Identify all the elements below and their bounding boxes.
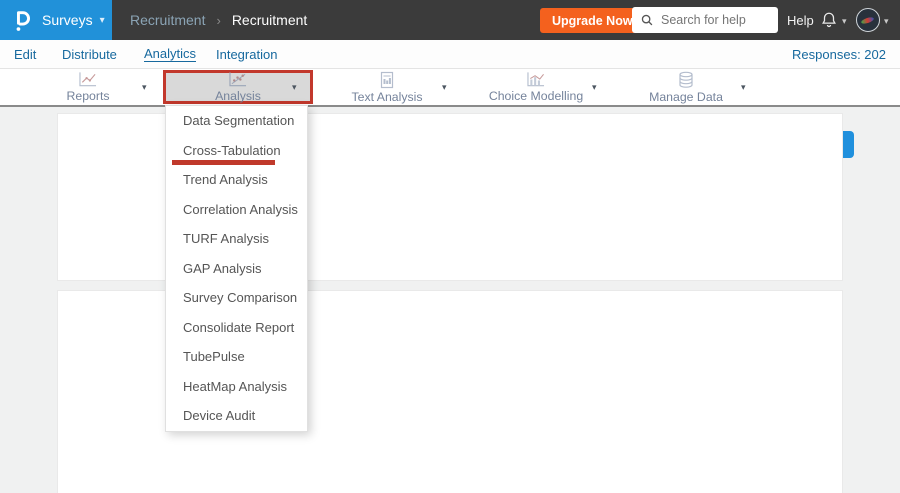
manage-data-chevron-down-icon[interactable]: ▾ [741, 82, 746, 93]
search-input[interactable] [659, 12, 775, 28]
choice-modelling-chevron-down-icon[interactable]: ▾ [592, 82, 597, 93]
help-search-box [632, 7, 778, 33]
nav-tab-analytics[interactable]: Analytics [144, 40, 197, 68]
toolbar-item-reports[interactable]: Reports [13, 70, 163, 104]
toolbar-item-label: Choice Modelling [488, 89, 584, 103]
top-navbar: Surveys ▾ Recruitment › Recruitment Upgr… [0, 0, 900, 40]
breadcrumb-current: Recruitment [231, 12, 308, 28]
product-menu-label: Surveys [42, 12, 93, 28]
nav-tab-integration[interactable]: Integration [216, 40, 277, 68]
database-icon [679, 71, 693, 88]
questionpro-logo-icon [16, 11, 30, 31]
menu-item-survey-comparison[interactable]: Survey Comparison [166, 283, 307, 313]
surveys-product-menu[interactable]: Surveys ▾ [0, 0, 112, 40]
menu-item-correlation-analysis[interactable]: Correlation Analysis [166, 195, 307, 225]
menu-item-turf-analysis[interactable]: TURF Analysis [166, 224, 307, 254]
menu-item-data-segmentation[interactable]: Data Segmentation [166, 106, 307, 136]
search-icon [641, 14, 653, 26]
scatter-plot-icon [229, 72, 247, 87]
analysis-chevron-down-icon[interactable]: ▾ [292, 82, 297, 93]
help-link[interactable]: Help [787, 0, 814, 40]
chevron-down-icon: ▾ [99, 14, 105, 26]
app-screen: Surveys ▾ Recruitment › Recruitment Upgr… [0, 0, 900, 493]
avatar-logo-swoosh [860, 16, 875, 25]
menu-item-consolidate-report[interactable]: Consolidate Report [166, 313, 307, 343]
breadcrumb-separator-icon: › [216, 12, 221, 28]
survey-section-nav: Edit Distribute Analytics Integration Re… [0, 40, 900, 69]
reports-chevron-down-icon[interactable]: ▾ [142, 82, 147, 93]
toolbar-item-manage-data[interactable]: Manage Data [611, 70, 761, 104]
toolbar-item-choice-modelling[interactable]: Choice Modelling [461, 70, 611, 104]
menu-item-device-audit[interactable]: Device Audit [166, 401, 307, 431]
toolbar-item-label: Text Analysis [351, 89, 423, 104]
breadcrumb: Recruitment › Recruitment [130, 0, 307, 40]
nav-tab-edit[interactable]: Edit [14, 40, 36, 68]
nav-tab-distribute[interactable]: Distribute [62, 40, 117, 68]
responses-count: Responses: 202 [792, 46, 886, 62]
menu-item-tubepulse[interactable]: TubePulse [166, 342, 307, 372]
bar-line-chart-icon [527, 72, 545, 87]
menu-item-trend-analysis[interactable]: Trend Analysis [166, 165, 307, 195]
toolbar-item-text-analysis[interactable]: Text Analysis [312, 70, 462, 104]
bell-chevron-down-icon[interactable]: ▾ [842, 16, 847, 27]
menu-item-heatmap-analysis[interactable]: HeatMap Analysis [166, 372, 307, 402]
toolbar-item-label: Analysis [215, 89, 261, 103]
menu-item-gap-analysis[interactable]: GAP Analysis [166, 254, 307, 284]
text-analysis-chevron-down-icon[interactable]: ▾ [442, 82, 447, 93]
toolbar-item-analysis[interactable]: Analysis [163, 70, 313, 104]
analysis-dropdown-menu: Data Segmentation Cross-Tabulation Trend… [165, 105, 308, 432]
toolbar-item-label: Manage Data [649, 89, 723, 104]
user-avatar[interactable] [856, 8, 880, 32]
upgrade-now-button[interactable]: Upgrade Now [540, 8, 645, 33]
avatar-chevron-down-icon[interactable]: ▾ [884, 16, 889, 27]
breadcrumb-parent[interactable]: Recruitment [130, 12, 205, 28]
cross-tabulation-underline-annotation [172, 160, 275, 165]
text-document-icon [380, 71, 394, 88]
toolbar-item-label: Reports [66, 89, 110, 103]
notifications-bell-icon[interactable] [820, 10, 838, 33]
line-chart-icon [79, 72, 97, 87]
